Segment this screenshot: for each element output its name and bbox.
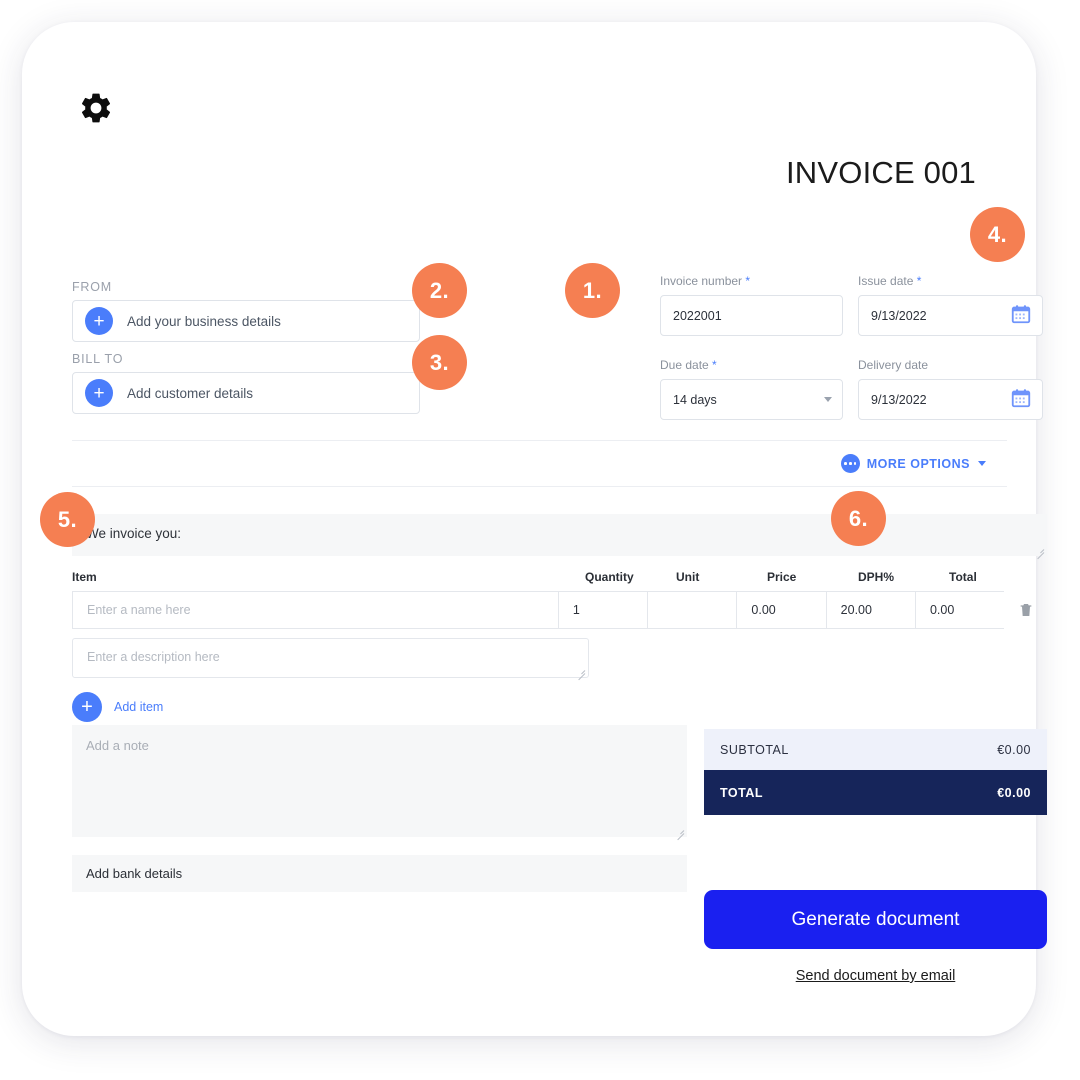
step-badge-6: 6. — [831, 491, 886, 546]
resize-handle[interactable] — [675, 826, 684, 835]
calendar-icon[interactable] — [1010, 303, 1032, 328]
dots-circle-icon — [840, 454, 860, 473]
add-customer-details-button[interactable]: + Add customer details — [72, 372, 420, 414]
divider-bottom — [72, 486, 1007, 487]
delivery-date-value: 9/13/2022 — [871, 392, 927, 407]
step-badge-1: 1. — [565, 263, 620, 318]
item-unit-input[interactable] — [647, 591, 737, 629]
billto-label: BILL TO — [72, 352, 124, 366]
required-mark: * — [712, 358, 717, 372]
delivery-date-label: Delivery date — [858, 358, 929, 372]
column-header-total: Total — [949, 570, 977, 584]
issue-date-value: 9/13/2022 — [871, 308, 927, 323]
line-items-table: Item Quantity Unit Price DPH% Total Ente… — [72, 570, 1047, 722]
from-placeholder: Add your business details — [127, 313, 281, 329]
generate-document-button[interactable]: Generate document — [704, 890, 1047, 949]
column-header-quantity: Quantity — [585, 570, 634, 584]
issue-date-input[interactable]: 9/13/2022 — [858, 295, 1043, 336]
due-date-field-group: Due date * 14 days — [660, 358, 843, 420]
column-header-unit: Unit — [676, 570, 700, 584]
column-header-item: Item — [72, 570, 97, 584]
from-label: FROM — [72, 280, 112, 294]
required-mark: * — [916, 274, 922, 288]
due-date-select[interactable]: 14 days — [660, 379, 843, 420]
plus-icon: + — [72, 692, 102, 722]
divider-top — [72, 440, 1007, 441]
delivery-date-input[interactable]: 9/13/2022 — [858, 379, 1043, 420]
subtotal-label: SUBTOTAL — [720, 742, 789, 757]
item-price-input[interactable]: 0.00 — [736, 591, 826, 629]
send-document-by-email-link[interactable]: Send document by email — [704, 968, 1047, 984]
note-placeholder: Add a note — [86, 738, 149, 753]
resize-handle[interactable] — [576, 666, 585, 675]
from-section: FROM + Add your business details — [72, 280, 420, 342]
due-date-label: Due date * — [660, 358, 717, 372]
invoice-meta-form: Invoice number * 2022001 Issue date * 9/… — [660, 274, 1043, 420]
total-label: TOTAL — [720, 785, 764, 800]
more-options-toggle[interactable]: MORE OPTIONS — [840, 454, 986, 473]
invoice-intro-textarea[interactable]: We invoice you: — [72, 514, 1047, 556]
subtotal-row: SUBTOTAL €0.00 — [704, 729, 1047, 770]
resize-handle[interactable] — [1035, 545, 1044, 554]
column-header-price: Price — [767, 570, 797, 584]
plus-icon: + — [85, 379, 113, 407]
add-business-details-button[interactable]: + Add your business details — [72, 300, 420, 342]
issue-date-field-group: Issue date * 9/13/2022 — [858, 274, 1043, 336]
delivery-date-field-group: Delivery date 9/13/2022 — [858, 358, 1043, 420]
more-options-label: MORE OPTIONS — [866, 456, 970, 471]
totals-panel: SUBTOTAL €0.00 TOTAL €0.00 — [704, 729, 1047, 815]
invoice-number-input[interactable]: 2022001 — [660, 295, 843, 336]
invoice-builder-screen: INVOICE 001 FROM + Add your business det… — [0, 0, 1080, 1080]
item-quantity-input[interactable]: 1 — [557, 591, 648, 629]
invoice-number-field-group: Invoice number * 2022001 — [660, 274, 843, 336]
step-badge-3: 3. — [412, 335, 467, 390]
add-item-label: Add item — [114, 700, 164, 714]
item-dph-input[interactable]: 20.00 — [825, 591, 915, 629]
chevron-down-icon — [824, 397, 832, 402]
note-textarea[interactable]: Add a note — [72, 725, 687, 837]
gear-icon[interactable] — [74, 86, 118, 130]
plus-icon: + — [85, 307, 113, 335]
step-badge-4: 4. — [970, 207, 1025, 262]
step-badge-5: 5. — [40, 492, 95, 547]
item-name-input[interactable]: Enter a name here — [72, 591, 558, 629]
table-header-row: Item Quantity Unit Price DPH% Total — [72, 570, 1047, 591]
invoice-intro-text: We invoice you: — [86, 526, 182, 541]
total-value: €0.00 — [997, 785, 1031, 800]
step-badge-2: 2. — [412, 263, 467, 318]
billto-section: BILL TO + Add customer details — [72, 352, 420, 414]
total-row: TOTAL €0.00 — [704, 770, 1047, 815]
item-total-value: 0.00 — [914, 591, 1005, 629]
issue-date-label: Issue date * — [858, 274, 922, 288]
add-item-button[interactable]: + Add item — [72, 692, 163, 722]
calendar-icon[interactable] — [1010, 387, 1032, 412]
bank-details-label: Add bank details — [86, 866, 183, 881]
invoice-number-value: 2022001 — [673, 308, 722, 323]
item-description-textarea[interactable]: Enter a description here — [72, 638, 589, 678]
required-mark: * — [745, 274, 751, 288]
chevron-down-icon — [978, 461, 986, 466]
add-bank-details-button[interactable]: Add bank details — [72, 855, 687, 892]
invoice-number-label: Invoice number * — [660, 274, 751, 288]
page-title: INVOICE 001 — [785, 155, 976, 190]
trash-icon[interactable] — [1004, 591, 1047, 629]
item-description-placeholder: Enter a description here — [87, 650, 220, 664]
column-header-dph: DPH% — [858, 570, 895, 584]
billto-placeholder: Add customer details — [127, 385, 254, 401]
due-date-value: 14 days — [673, 392, 717, 407]
subtotal-value: €0.00 — [997, 742, 1031, 757]
table-row: Enter a name here 1 0.00 20.00 0.00 — [72, 591, 1047, 629]
